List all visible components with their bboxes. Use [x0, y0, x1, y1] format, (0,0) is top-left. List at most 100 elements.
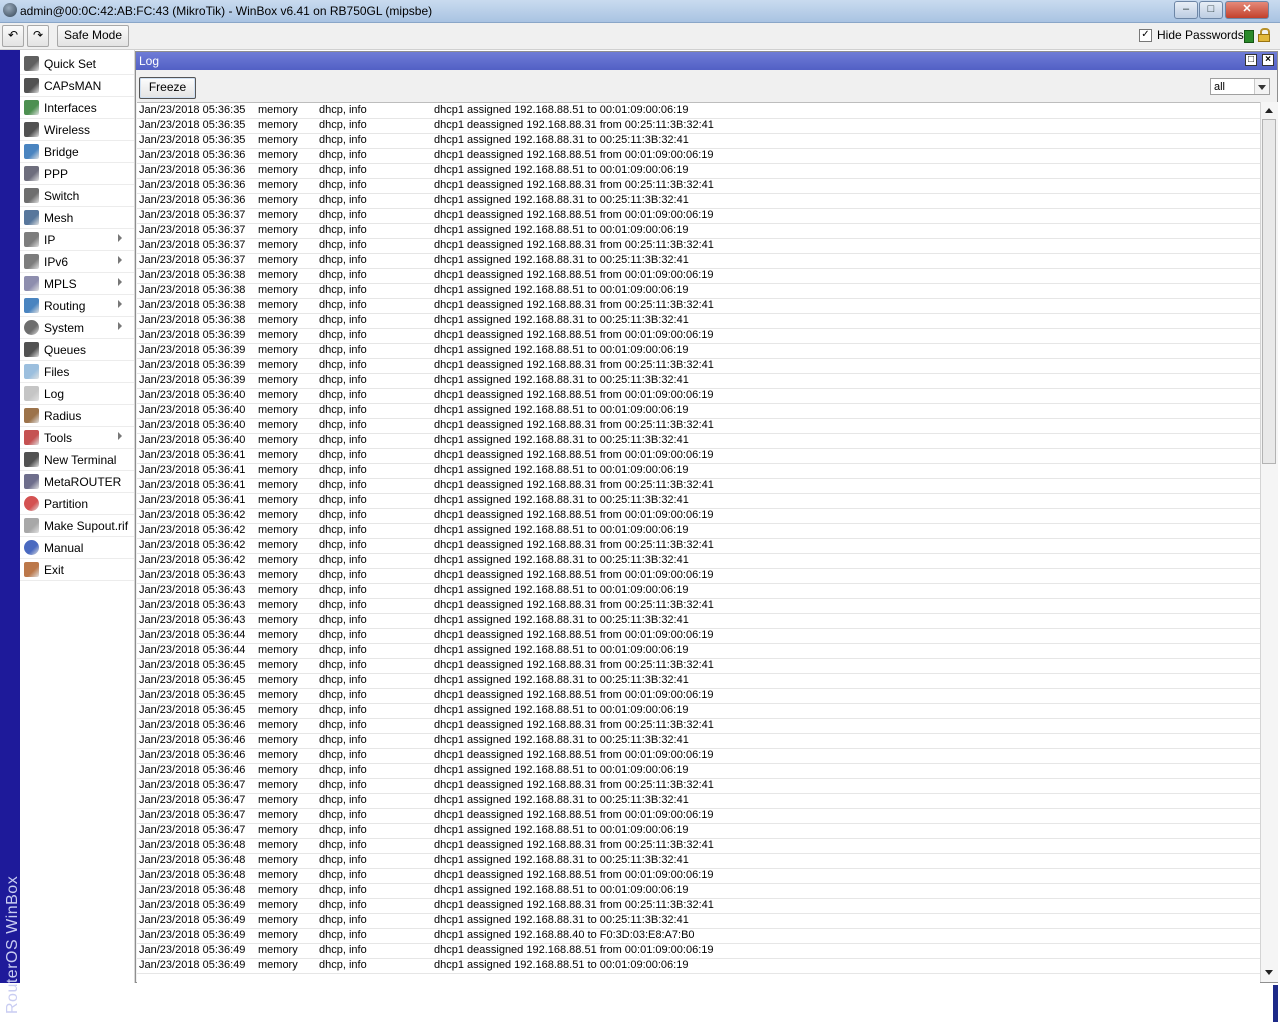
sidebar-item-radius[interactable]: Radius [20, 405, 134, 427]
sidebar-item-metarouter[interactable]: MetaROUTER [20, 471, 134, 493]
log-row[interactable]: Jan/23/2018 05:36:43 memory dhcp, info dhcp… [137, 568, 1260, 584]
sidebar-item-partition[interactable]: Partition [20, 493, 134, 515]
scrollbar-thumb[interactable] [1262, 119, 1276, 464]
log-row[interactable]: Jan/23/2018 05:36:39 memory dhcp, info dhcp… [137, 358, 1260, 374]
sidebar-item-queues[interactable]: Queues [20, 339, 134, 361]
log-row[interactable]: Jan/23/2018 05:36:40 memory dhcp, info dhcp… [137, 403, 1260, 419]
log-row[interactable]: Jan/23/2018 05:36:42 memory dhcp, info dhcp… [137, 553, 1260, 569]
sidebar-item-new-terminal[interactable]: New Terminal [20, 449, 134, 471]
sidebar-item-switch[interactable]: Switch [20, 185, 134, 207]
hide-passwords-checkbox[interactable]: ✓ [1139, 29, 1152, 42]
log-row[interactable]: Jan/23/2018 05:36:35 memory dhcp, info dhcp… [137, 133, 1260, 149]
undo-button[interactable]: ↶ [2, 25, 24, 47]
log-restore-button[interactable]: □ [1245, 54, 1257, 66]
log-row[interactable]: Jan/23/2018 05:36:45 memory dhcp, info dhcp… [137, 673, 1260, 689]
log-row[interactable]: Jan/23/2018 05:36:49 memory dhcp, info dhcp… [137, 898, 1260, 914]
sidebar-item-system[interactable]: System [20, 317, 134, 339]
log-row[interactable]: Jan/23/2018 05:36:40 memory dhcp, info dhcp… [137, 433, 1260, 449]
chevron-down-icon[interactable] [1254, 79, 1269, 94]
log-row[interactable]: Jan/23/2018 05:36:49 memory dhcp, info dhcp… [137, 913, 1260, 929]
sidebar-item-log[interactable]: Log [20, 383, 134, 405]
sidebar-item-wireless[interactable]: Wireless [20, 119, 134, 141]
log-row[interactable]: Jan/23/2018 05:36:47 memory dhcp, info dhcp… [137, 823, 1260, 839]
minimize-button[interactable]: – [1174, 1, 1198, 19]
log-row[interactable]: Jan/23/2018 05:36:41 memory dhcp, info dhcp… [137, 478, 1260, 494]
log-row[interactable]: Jan/23/2018 05:36:40 memory dhcp, info dhcp… [137, 418, 1260, 434]
log-row[interactable]: Jan/23/2018 05:36:41 memory dhcp, info dhcp… [137, 463, 1260, 479]
log-row[interactable]: Jan/23/2018 05:36:47 memory dhcp, info dhcp… [137, 793, 1260, 809]
log-row[interactable]: Jan/23/2018 05:36:48 memory dhcp, info dhcp… [137, 853, 1260, 869]
log-row[interactable]: Jan/23/2018 05:36:48 memory dhcp, info dhcp… [137, 838, 1260, 854]
log-row[interactable]: Jan/23/2018 05:36:43 memory dhcp, info dhcp… [137, 613, 1260, 629]
log-row[interactable]: Jan/23/2018 05:36:44 memory dhcp, info dhcp… [137, 628, 1260, 644]
log-row[interactable]: Jan/23/2018 05:36:39 memory dhcp, info dhcp… [137, 328, 1260, 344]
log-row[interactable]: Jan/23/2018 05:36:42 memory dhcp, info dhcp… [137, 538, 1260, 554]
log-row[interactable]: Jan/23/2018 05:36:41 memory dhcp, info dhcp… [137, 493, 1260, 509]
log-row[interactable]: Jan/23/2018 05:36:36 memory dhcp, info dhcp… [137, 193, 1260, 209]
log-row[interactable]: Jan/23/2018 05:36:37 memory dhcp, info dhcp… [137, 223, 1260, 239]
log-scrollbar[interactable] [1260, 102, 1278, 982]
log-close-button[interactable]: × [1262, 54, 1274, 66]
sidebar-item-quick-set[interactable]: Quick Set [20, 53, 134, 75]
hide-passwords-label[interactable]: Hide Passwords [1157, 28, 1244, 42]
log-row[interactable]: Jan/23/2018 05:36:46 memory dhcp, info dhcp… [137, 763, 1260, 779]
log-row[interactable]: Jan/23/2018 05:36:46 memory dhcp, info dhcp… [137, 718, 1260, 734]
log-row[interactable]: Jan/23/2018 05:36:39 memory dhcp, info dhcp… [137, 343, 1260, 359]
log-row[interactable]: Jan/23/2018 05:36:36 memory dhcp, info dhcp… [137, 163, 1260, 179]
log-row[interactable]: Jan/23/2018 05:36:36 memory dhcp, info dhcp… [137, 178, 1260, 194]
sidebar-item-mpls[interactable]: MPLS [20, 273, 134, 295]
log-row[interactable]: Jan/23/2018 05:36:38 memory dhcp, info dhcp… [137, 268, 1260, 284]
log-row[interactable]: Jan/23/2018 05:36:42 memory dhcp, info dhcp… [137, 508, 1260, 524]
log-window-titlebar[interactable]: Log □ × [136, 52, 1277, 70]
sidebar-item-files[interactable]: Files [20, 361, 134, 383]
log-row[interactable]: Jan/23/2018 05:36:39 memory dhcp, info dhcp… [137, 373, 1260, 389]
sidebar-item-mesh[interactable]: Mesh [20, 207, 134, 229]
log-row[interactable]: Jan/23/2018 05:36:38 memory dhcp, info dhcp… [137, 298, 1260, 314]
log-row[interactable]: Jan/23/2018 05:36:38 memory dhcp, info dhcp… [137, 283, 1260, 299]
log-row[interactable]: Jan/23/2018 05:36:37 memory dhcp, info dhcp… [137, 208, 1260, 224]
log-row[interactable]: Jan/23/2018 05:36:49 memory dhcp, info dhcp… [137, 958, 1260, 974]
sidebar-item-make-supout-rif[interactable]: Make Supout.rif [20, 515, 134, 537]
log-row[interactable]: Jan/23/2018 05:36:37 memory dhcp, info dhcp… [137, 238, 1260, 254]
log-row[interactable]: Jan/23/2018 05:36:46 memory dhcp, info dhcp… [137, 733, 1260, 749]
log-row[interactable]: Jan/23/2018 05:36:35 memory dhcp, info dhcp… [137, 118, 1260, 134]
log-row[interactable]: Jan/23/2018 05:36:47 memory dhcp, info dhcp… [137, 778, 1260, 794]
sidebar-item-tools[interactable]: Tools [20, 427, 134, 449]
sidebar-item-interfaces[interactable]: Interfaces [20, 97, 134, 119]
sidebar-item-routing[interactable]: Routing [20, 295, 134, 317]
close-button[interactable]: ✕ [1225, 1, 1269, 19]
sidebar-item-ppp[interactable]: PPP [20, 163, 134, 185]
freeze-button[interactable]: Freeze [139, 77, 196, 99]
log-row[interactable]: Jan/23/2018 05:36:42 memory dhcp, info dhcp… [137, 523, 1260, 539]
log-row[interactable]: Jan/23/2018 05:36:49 memory dhcp, info dhcp… [137, 943, 1260, 959]
redo-button[interactable]: ↷ [27, 25, 49, 47]
log-row[interactable]: Jan/23/2018 05:36:35 memory dhcp, info dhcp… [137, 103, 1260, 119]
scroll-down-arrow-icon[interactable] [1261, 966, 1278, 980]
log-row[interactable]: Jan/23/2018 05:36:45 memory dhcp, info dhcp… [137, 703, 1260, 719]
sidebar-item-ipv6[interactable]: IPv6 [20, 251, 134, 273]
log-row[interactable]: Jan/23/2018 05:36:43 memory dhcp, info dhcp… [137, 598, 1260, 614]
log-row[interactable]: Jan/23/2018 05:36:40 memory dhcp, info dhcp… [137, 388, 1260, 404]
sidebar-item-capsman[interactable]: CAPsMAN [20, 75, 134, 97]
sidebar-item-manual[interactable]: Manual [20, 537, 134, 559]
log-row[interactable]: Jan/23/2018 05:36:43 memory dhcp, info dhcp… [137, 583, 1260, 599]
sidebar-item-ip[interactable]: IP [20, 229, 134, 251]
log-row[interactable]: Jan/23/2018 05:36:45 memory dhcp, info dhcp… [137, 688, 1260, 704]
log-row[interactable]: Jan/23/2018 05:36:46 memory dhcp, info dhcp… [137, 748, 1260, 764]
log-row[interactable]: Jan/23/2018 05:36:47 memory dhcp, info dhcp… [137, 808, 1260, 824]
sidebar-item-bridge[interactable]: Bridge [20, 141, 134, 163]
log-row[interactable]: Jan/23/2018 05:36:38 memory dhcp, info dhcp… [137, 313, 1260, 329]
maximize-button[interactable]: □ [1199, 1, 1223, 19]
safe-mode-button[interactable]: Safe Mode [57, 25, 129, 47]
log-row[interactable]: Jan/23/2018 05:36:41 memory dhcp, info dhcp… [137, 448, 1260, 464]
log-filter-select[interactable]: all [1210, 78, 1270, 95]
log-row[interactable]: Jan/23/2018 05:36:48 memory dhcp, info dhcp… [137, 883, 1260, 899]
log-row[interactable]: Jan/23/2018 05:36:48 memory dhcp, info dhcp… [137, 868, 1260, 884]
log-row[interactable]: Jan/23/2018 05:36:36 memory dhcp, info dhcp… [137, 148, 1260, 164]
log-row[interactable]: Jan/23/2018 05:36:45 memory dhcp, info dhcp… [137, 658, 1260, 674]
scroll-up-arrow-icon[interactable] [1261, 104, 1278, 118]
sidebar-item-exit[interactable]: Exit [20, 559, 134, 581]
log-row[interactable]: Jan/23/2018 05:36:37 memory dhcp, info dhcp… [137, 253, 1260, 269]
log-row[interactable]: Jan/23/2018 05:36:49 memory dhcp, info dhcp… [137, 928, 1260, 944]
log-row[interactable]: Jan/23/2018 05:36:44 memory dhcp, info dhcp… [137, 643, 1260, 659]
